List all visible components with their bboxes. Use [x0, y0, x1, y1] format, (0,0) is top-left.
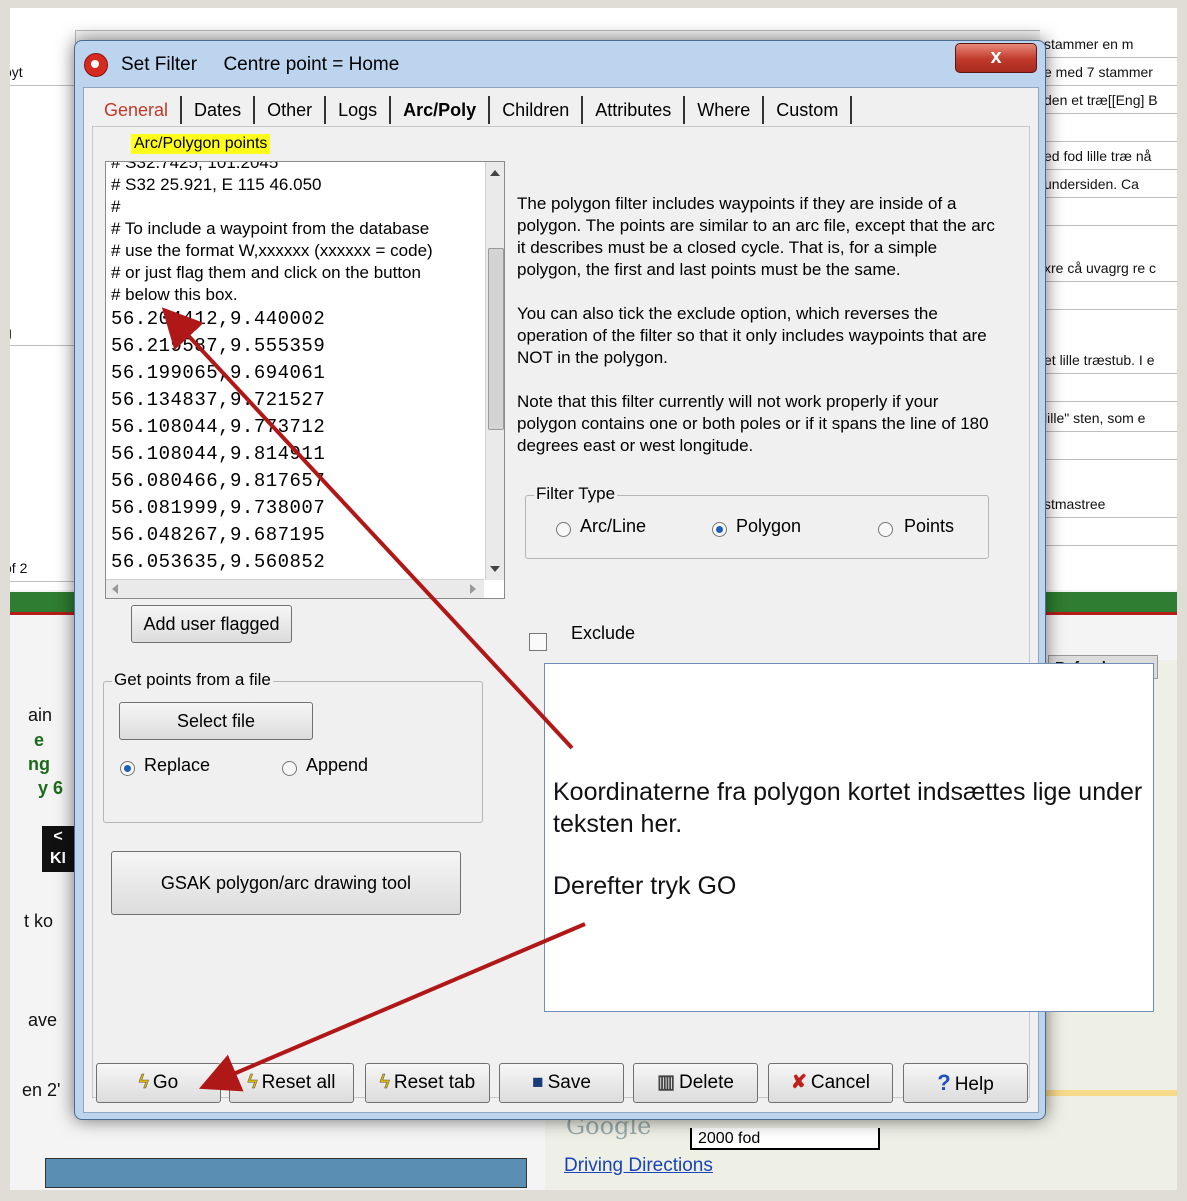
arrow-to-points-box	[161, 307, 574, 750]
arrow-to-go-button	[198, 922, 586, 1092]
annotation-arrows	[161, 307, 586, 1092]
